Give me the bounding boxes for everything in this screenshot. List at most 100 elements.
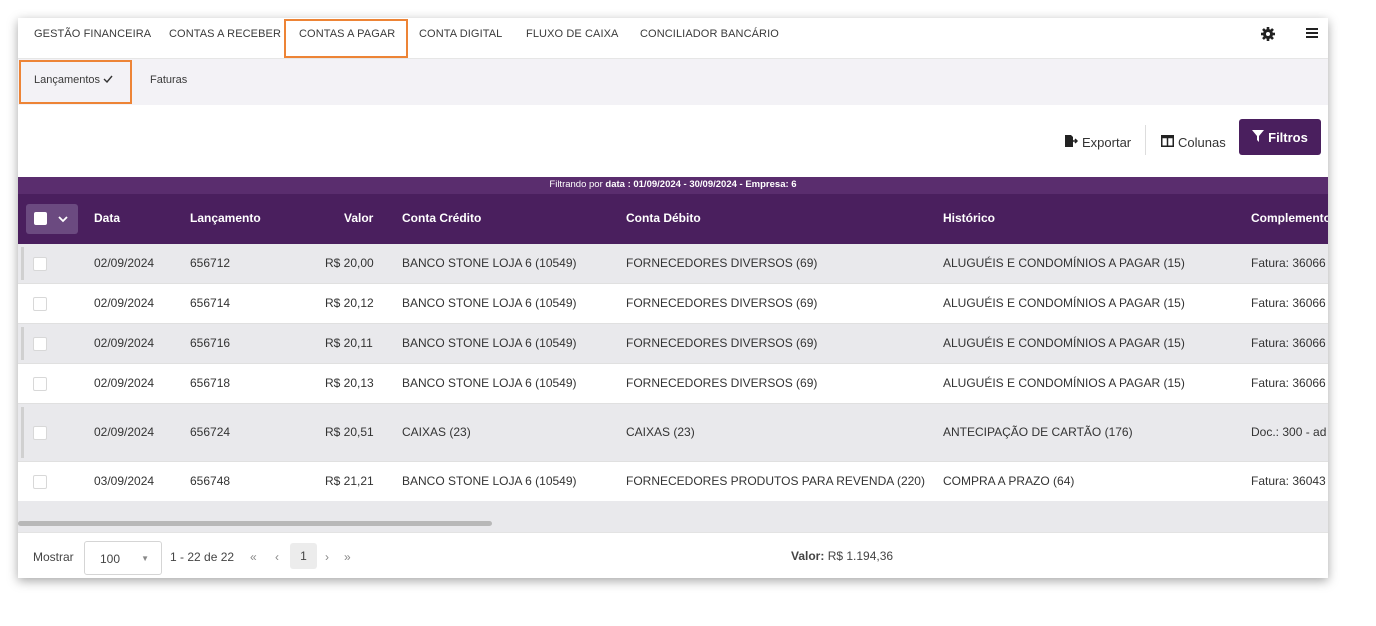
cell-data: 02/09/2024	[94, 376, 155, 390]
column-header-conta-debito[interactable]: Conta Débito	[626, 211, 701, 225]
cell-conta-credito: BANCO STONE LOJA 6 (10549)	[402, 474, 577, 488]
filter-info-text: data : 01/09/2024 - 30/09/2024 - Empresa…	[605, 179, 797, 190]
cell-valor: R$ 20,00	[325, 256, 374, 270]
last-page-icon[interactable]: »	[344, 550, 351, 564]
tab-contas-a-receber[interactable]: CONTAS A RECEBER	[169, 18, 281, 58]
row-checkbox[interactable]	[33, 426, 47, 440]
app-window: GESTÃO FINANCEIRA CONTAS A RECEBER CONTA…	[18, 18, 1328, 578]
cell-conta-credito: CAIXAS (23)	[402, 425, 471, 439]
page-size-label: Mostrar	[33, 550, 74, 564]
columns-icon	[1161, 134, 1174, 150]
previous-page-icon[interactable]: ‹	[275, 550, 279, 564]
cell-historico: ALUGUÉIS E CONDOMÍNIOS A PAGAR (15)	[943, 336, 1185, 350]
row-checkbox[interactable]	[33, 297, 47, 311]
partial-table-row	[18, 501, 1328, 532]
next-page-icon[interactable]: ›	[325, 550, 329, 564]
top-navigation: GESTÃO FINANCEIRA CONTAS A RECEBER CONTA…	[18, 18, 1328, 59]
tab-fluxo-de-caixa[interactable]: FLUXO DE CAIXA	[526, 18, 618, 58]
table-row[interactable]: 03/09/2024 656748 R$ 21,21 BANCO STONE L…	[18, 462, 1328, 502]
columns-button[interactable]: Colunas	[1161, 131, 1226, 153]
chevron-down-icon[interactable]	[58, 210, 68, 231]
export-label: Exportar	[1082, 134, 1132, 150]
cell-conta-debito: FORNECEDORES DIVERSOS (69)	[626, 256, 818, 270]
row-checkbox[interactable]	[33, 337, 47, 351]
cell-historico: ALUGUÉIS E CONDOMÍNIOS A PAGAR (15)	[943, 376, 1185, 390]
cell-complemento: Fatura: 36066	[1251, 336, 1326, 350]
filter-info-prefix: Filtrando por	[549, 179, 603, 190]
tab-conta-digital[interactable]: CONTA DIGITAL	[419, 18, 502, 58]
tab-conciliador-bancario[interactable]: CONCILIADOR BANCÁRIO	[640, 18, 779, 58]
table-row[interactable]: 02/09/2024 656724 R$ 20,51 CAIXAS (23) C…	[18, 404, 1328, 462]
row-checkbox[interactable]	[33, 377, 47, 391]
row-marker	[21, 327, 24, 360]
active-tab-highlight	[284, 19, 408, 58]
cell-complemento: Fatura: 36066	[1251, 376, 1326, 390]
filter-icon	[1252, 129, 1265, 145]
cell-lancamento: 656712	[190, 256, 231, 270]
horizontal-scrollbar[interactable]	[18, 521, 492, 526]
cell-valor: R$ 20,12	[325, 296, 374, 310]
page-size-select[interactable]: 100 ▼	[84, 541, 162, 575]
column-header-historico[interactable]: Histórico	[943, 211, 995, 225]
column-header-valor[interactable]: Valor	[344, 211, 373, 225]
first-page-icon[interactable]: «	[250, 550, 257, 564]
cell-conta-credito: BANCO STONE LOJA 6 (10549)	[402, 256, 577, 270]
select-all-checkbox[interactable]	[34, 212, 47, 225]
caret-down-icon: ▼	[141, 554, 149, 563]
sub-navigation: Lançamentos Faturas	[18, 59, 1328, 105]
tab-gestao-financeira[interactable]: GESTÃO FINANCEIRA	[34, 18, 151, 58]
column-header-complemento[interactable]: Complemento	[1251, 211, 1328, 225]
pagination-range: 1 - 22 de 22	[170, 550, 235, 564]
table-row[interactable]: 02/09/2024 656714 R$ 20,12 BANCO STONE L…	[18, 284, 1328, 324]
cell-complemento: Doc.: 300 - ad	[1251, 425, 1327, 439]
cell-conta-debito: FORNECEDORES DIVERSOS (69)	[626, 376, 818, 390]
cell-complemento: Fatura: 36043	[1251, 474, 1326, 488]
column-header-data[interactable]: Data	[94, 211, 120, 225]
cell-lancamento: 656718	[190, 376, 231, 390]
cell-conta-credito: BANCO STONE LOJA 6 (10549)	[402, 376, 577, 390]
table-row[interactable]: 02/09/2024 656718 R$ 20,13 BANCO STONE L…	[18, 364, 1328, 404]
columns-label: Colunas	[1178, 134, 1226, 150]
row-marker	[21, 247, 24, 280]
filters-button[interactable]: Filtros	[1239, 119, 1321, 155]
table-footer: Mostrar 100 ▼ 1 - 22 de 22 « ‹ 1 › » Val…	[18, 532, 1328, 578]
column-header-conta-credito[interactable]: Conta Crédito	[402, 211, 481, 225]
cell-valor: R$ 21,21	[325, 474, 374, 488]
cell-data: 02/09/2024	[94, 425, 155, 439]
table-row[interactable]: 02/09/2024 656712 R$ 20,00 BANCO STONE L…	[18, 244, 1328, 284]
cell-valor: R$ 20,51	[325, 425, 374, 439]
export-icon	[1064, 134, 1079, 151]
active-subtab-highlight	[19, 60, 132, 104]
current-page-button[interactable]: 1	[290, 543, 317, 569]
cell-data: 03/09/2024	[94, 474, 155, 488]
cell-data: 02/09/2024	[94, 296, 155, 310]
cell-valor: R$ 20,11	[325, 336, 373, 350]
select-all-dropdown[interactable]	[26, 204, 78, 234]
column-header-lancamento[interactable]: Lançamento	[190, 211, 261, 225]
toolbar-divider	[1145, 125, 1146, 155]
total-value-label: Valor:	[791, 549, 825, 563]
row-checkbox[interactable]	[33, 257, 47, 271]
cell-conta-credito: BANCO STONE LOJA 6 (10549)	[402, 336, 577, 350]
cell-data: 02/09/2024	[94, 336, 155, 350]
filters-label: Filtros	[1268, 129, 1308, 145]
gear-icon[interactable]	[1260, 26, 1278, 44]
cell-lancamento: 656716	[190, 336, 231, 350]
cell-lancamento: 656714	[190, 296, 231, 310]
row-checkbox[interactable]	[33, 475, 47, 489]
table-row[interactable]: 02/09/2024 656716 R$ 20,11 BANCO STONE L…	[18, 324, 1328, 364]
cell-data: 02/09/2024	[94, 256, 155, 270]
cell-lancamento: 656748	[190, 474, 231, 488]
cell-lancamento: 656724	[190, 425, 231, 439]
cell-complemento: Fatura: 36066	[1251, 256, 1326, 270]
cell-conta-debito: FORNECEDORES PRODUTOS PARA REVENDA (220)	[626, 474, 925, 488]
cell-historico: ANTECIPAÇÃO DE CARTÃO (176)	[943, 425, 1133, 439]
cell-conta-debito: FORNECEDORES DIVERSOS (69)	[626, 296, 818, 310]
hamburger-icon[interactable]	[1305, 26, 1323, 44]
cell-conta-credito: BANCO STONE LOJA 6 (10549)	[402, 296, 577, 310]
table-header: Data Lançamento Valor Conta Crédito Cont…	[18, 194, 1328, 244]
cell-historico: COMPRA A PRAZO (64)	[943, 474, 1075, 488]
export-button[interactable]: Exportar	[1064, 131, 1131, 153]
filter-info-bar: Filtrando por data : 01/09/2024 - 30/09/…	[18, 177, 1328, 194]
subtab-faturas[interactable]: Faturas	[150, 74, 187, 86]
